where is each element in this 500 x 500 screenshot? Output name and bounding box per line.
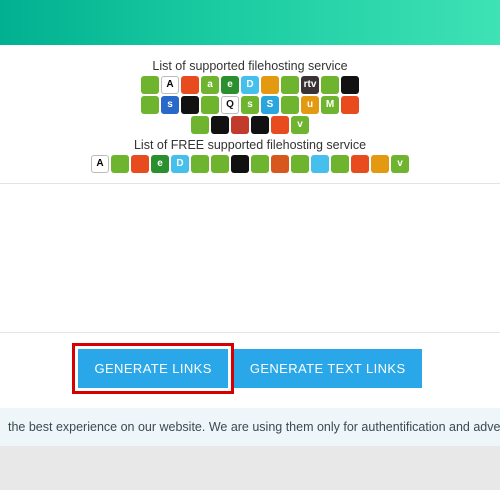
icon-row: AaeDrtv xyxy=(141,76,359,94)
host-1-icon[interactable] xyxy=(141,76,159,94)
host-2-icon[interactable] xyxy=(181,76,199,94)
host-9-icon[interactable] xyxy=(201,96,219,114)
host-e-icon[interactable]: e xyxy=(221,76,239,94)
host-5-icon[interactable] xyxy=(321,76,339,94)
content-area xyxy=(0,184,500,332)
host-11-icon[interactable] xyxy=(341,96,359,114)
generate-links-button[interactable]: GENERATE LINKS xyxy=(78,349,227,388)
icon-row: v xyxy=(191,116,309,134)
host-v-icon[interactable]: v xyxy=(291,116,309,134)
free-9-icon[interactable] xyxy=(311,155,329,173)
host-a-icon[interactable]: A xyxy=(161,76,179,94)
free-5-icon[interactable] xyxy=(231,155,249,173)
free-7-icon[interactable] xyxy=(271,155,289,173)
free-d-icon[interactable]: D xyxy=(171,155,189,173)
icon-grid-free: AeDv xyxy=(0,155,500,173)
free-11-icon[interactable] xyxy=(351,155,369,173)
free-10-icon[interactable] xyxy=(331,155,349,173)
host-m-icon[interactable]: M xyxy=(321,96,339,114)
free-4-icon[interactable] xyxy=(211,155,229,173)
free-2-icon[interactable] xyxy=(131,155,149,173)
icon-grid-all: AaeDrtvsQsSuMv xyxy=(0,76,500,134)
free-a-icon[interactable]: A xyxy=(91,155,109,173)
host-u-icon[interactable]: u xyxy=(301,96,319,114)
host-12-icon[interactable] xyxy=(191,116,209,134)
host-d-icon[interactable]: D xyxy=(241,76,259,94)
highlight-annotation: GENERATE LINKS xyxy=(78,349,227,388)
free-3-icon[interactable] xyxy=(191,155,209,173)
host-s-icon[interactable]: s xyxy=(161,96,179,114)
supported-label-free: List of FREE supported filehosting servi… xyxy=(0,138,500,152)
free-1-icon[interactable] xyxy=(111,155,129,173)
host-a2-icon[interactable]: a xyxy=(201,76,219,94)
free-v-icon[interactable]: v xyxy=(391,155,409,173)
host-14-icon[interactable] xyxy=(231,116,249,134)
supported-label-all: List of supported filehosting service xyxy=(0,59,500,73)
cookie-notice: the best experience on our website. We a… xyxy=(0,408,500,446)
supported-section: List of supported filehosting service Aa… xyxy=(0,45,500,173)
host-10-icon[interactable] xyxy=(281,96,299,114)
free-8-icon[interactable] xyxy=(291,155,309,173)
host-4-icon[interactable] xyxy=(281,76,299,94)
icon-row: sQsSuM xyxy=(141,96,359,114)
host-3-icon[interactable] xyxy=(261,76,279,94)
host-s2-icon[interactable]: s xyxy=(241,96,259,114)
free-e-icon[interactable]: e xyxy=(151,155,169,173)
host-6-icon[interactable] xyxy=(341,76,359,94)
free-12-icon[interactable] xyxy=(371,155,389,173)
host-q-icon[interactable]: Q xyxy=(221,96,239,114)
header-band xyxy=(0,0,500,45)
generate-text-links-button[interactable]: GENERATE TEXT LINKS xyxy=(234,349,422,388)
host-13-icon[interactable] xyxy=(211,116,229,134)
host-rtv-icon[interactable]: rtv xyxy=(301,76,319,94)
host-16-icon[interactable] xyxy=(271,116,289,134)
host-8-icon[interactable] xyxy=(181,96,199,114)
free-6-icon[interactable] xyxy=(251,155,269,173)
host-s3-icon[interactable]: S xyxy=(261,96,279,114)
host-15-icon[interactable] xyxy=(251,116,269,134)
host-7-icon[interactable] xyxy=(141,96,159,114)
icon-row: AeDv xyxy=(91,155,409,173)
cookie-text: the best experience on our website. We a… xyxy=(8,420,500,434)
button-bar: GENERATE LINKS GENERATE TEXT LINKS xyxy=(0,333,500,408)
footer-band xyxy=(0,446,500,490)
